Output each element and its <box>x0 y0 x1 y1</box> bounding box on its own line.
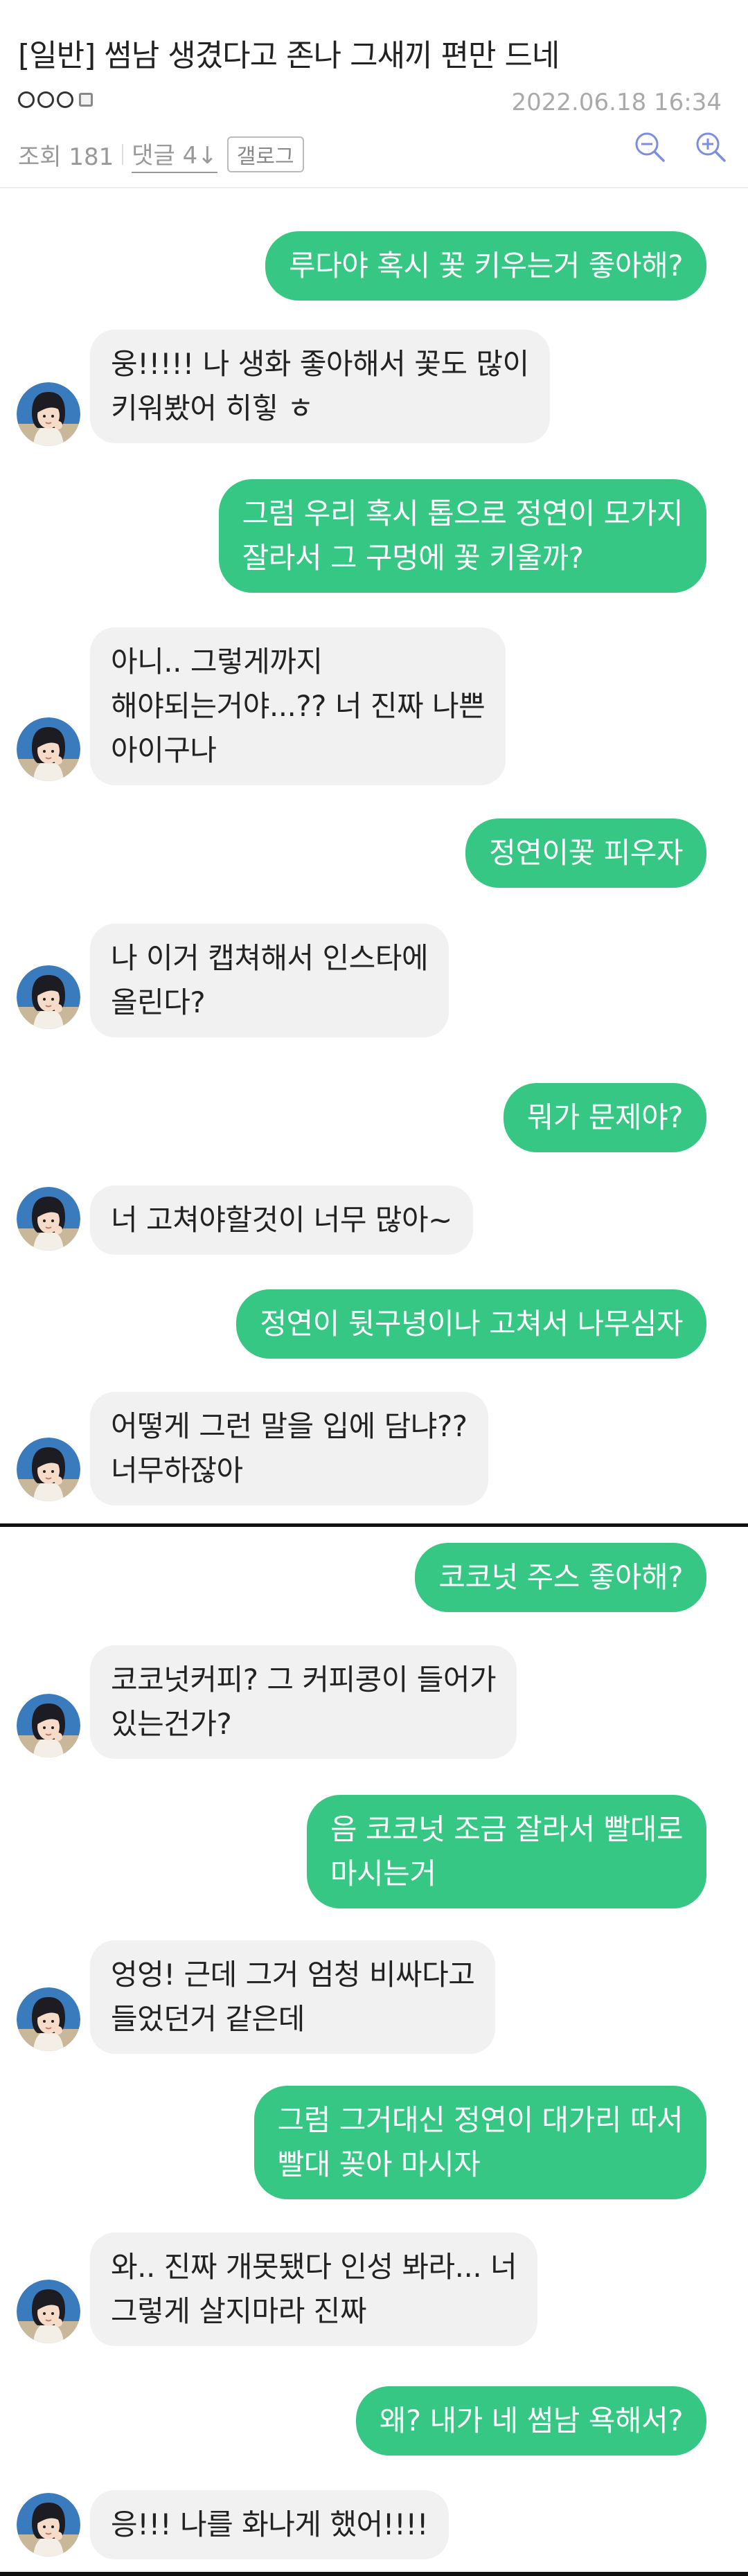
post-title: [일반] 썸남 생겼다고 존나 그새끼 편만 드네 <box>18 38 560 73</box>
ai-avatar <box>17 1187 80 1251</box>
chat-bubble-sent: 그럼 그거대신 정연이 대가리 따서 빨대 꽂아 마시자 <box>253 2086 706 2199</box>
author-dot <box>57 91 73 108</box>
chat-bubble-received: 너 고쳐야할것이 너무 많아~ <box>90 1186 473 1255</box>
post-meta: 조회 181 댓글 4↓ 갤로그 <box>18 134 304 175</box>
screenshot-bottom-border <box>0 2572 748 2576</box>
ai-avatar <box>17 2280 80 2343</box>
member-badge-icon <box>79 93 93 107</box>
post-header: [일반] 썸남 생겼다고 존나 그새끼 편만 드네 2022.06.18 16:… <box>0 0 748 188</box>
chat-bubble-sent: 뭐가 문제야? <box>503 1083 706 1152</box>
gallog-button[interactable]: 갤로그 <box>226 136 304 172</box>
chat-bubble-received: 나 이거 캡쳐해서 인스타에 올린다? <box>90 924 449 1037</box>
post-date: 2022.06.18 16:34 <box>511 89 722 116</box>
chat-bubble-received: 엉엉! 근데 그거 엄청 비싸다고 들었던거 같은데 <box>90 1940 496 2054</box>
zoom-in-icon[interactable] <box>694 130 727 163</box>
zoom-controls <box>633 130 727 163</box>
comment-count-link[interactable]: 댓글 4↓ <box>132 136 217 173</box>
chat-bubble-sent: 정연이 뒷구녕이나 고쳐서 나무심자 <box>236 1289 706 1359</box>
meta-divider <box>122 144 124 165</box>
screenshot-divider <box>0 1523 748 1527</box>
zoom-out-icon[interactable] <box>633 130 666 163</box>
ai-avatar <box>17 1694 80 1757</box>
chat-bubble-received: 응!!! 나를 화나게 했어!!!! <box>90 2490 449 2559</box>
chat-bubble-sent: 루다야 혹시 꽃 키우는거 좋아해? <box>265 231 706 301</box>
chat-bubble-received: 와.. 진짜 개못됐다 인성 봐라... 너 그렇게 살지마라 진짜 <box>90 2233 538 2346</box>
ai-avatar <box>17 717 80 781</box>
chat-bubble-received: 웅!!!!! 나 생화 좋아해서 꽃도 많이 키워봤어 히힣 ㅎ <box>90 330 550 443</box>
ai-avatar <box>17 1987 80 2051</box>
author-nickname[interactable] <box>18 86 93 114</box>
chat-bubble-received: 아니.. 그렇게까지 해야되는거야...?? 너 진짜 나쁜 아이구나 <box>90 627 506 785</box>
chat-bubble-sent: 음 코코넛 조금 잘라서 빨대로 마시는거 <box>306 1795 706 1908</box>
view-count: 조회 181 <box>18 143 114 171</box>
author-dot <box>37 91 54 108</box>
author-dot <box>18 91 35 108</box>
chat-bubble-received: 어떻게 그런 말을 입에 담냐?? 너무하잖아 <box>90 1392 488 1505</box>
chat-bubble-sent: 정연이꽃 피우자 <box>465 819 706 888</box>
ai-avatar <box>17 2493 80 2557</box>
chat-bubble-sent: 코코넛 주스 좋아해? <box>415 1543 706 1612</box>
chat-bubble-received: 코코넛커피? 그 커피콩이 들어가 있는건가? <box>90 1645 517 1759</box>
ai-avatar <box>17 965 80 1029</box>
chat-bubble-sent: 그럼 우리 혹시 톱으로 정연이 모가지 잘라서 그 구멍에 꽃 키울까? <box>218 479 706 593</box>
ai-avatar <box>17 1438 80 1501</box>
chat-bubble-sent: 왜? 내가 네 썸남 욕해서? <box>355 2386 706 2456</box>
ai-avatar <box>17 382 80 446</box>
